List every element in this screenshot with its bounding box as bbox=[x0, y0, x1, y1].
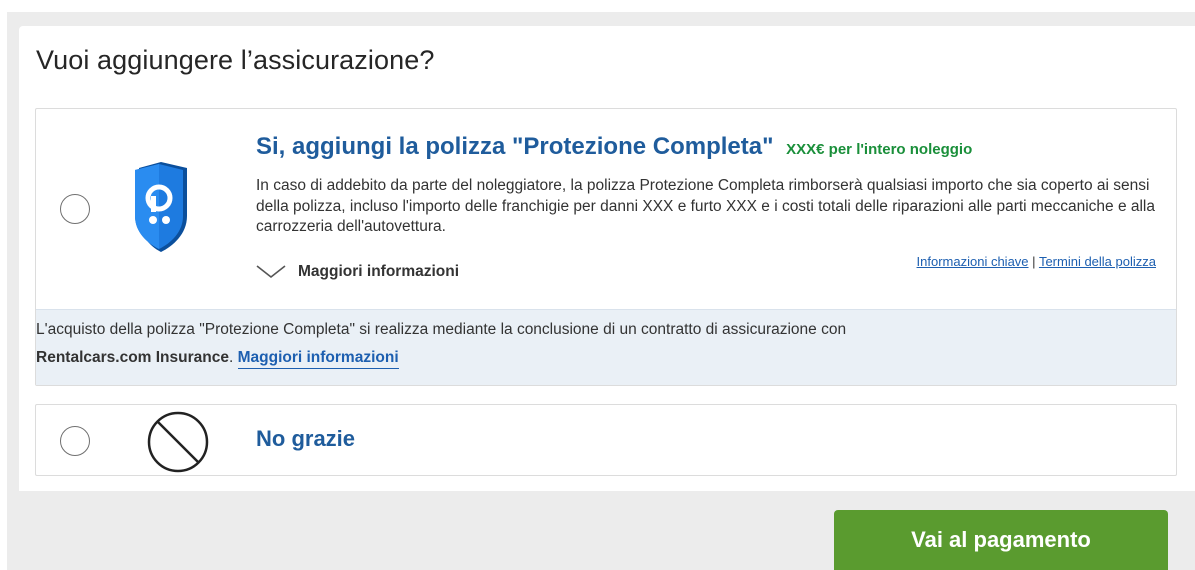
insurance-info-sentence: L'acquisto della polizza "Protezione Com… bbox=[36, 321, 847, 338]
policy-terms-link[interactable]: Termini della polizza bbox=[1039, 254, 1156, 269]
radio-no-thanks[interactable] bbox=[60, 426, 90, 456]
insurance-info-text: L'acquisto della polizza "Protezione Com… bbox=[36, 316, 1136, 372]
link-separator: | bbox=[1032, 254, 1036, 269]
key-info-link[interactable]: Informazioni chiave bbox=[917, 254, 1029, 269]
page-title: Vuoi aggiungere l’assicurazione? bbox=[36, 45, 435, 75]
insurer-name: Rentalcars.com Insurance bbox=[36, 349, 229, 366]
option-full-description: In caso di addebito da parte del noleggi… bbox=[256, 177, 1155, 235]
policy-links: Informazioni chiave | Termini della poli… bbox=[917, 254, 1156, 269]
radio-full-protection[interactable] bbox=[60, 194, 90, 224]
option-full-price: XXX€ per l'intero noleggio bbox=[786, 141, 973, 158]
option-full-title[interactable]: Si, aggiungi la polizza "Protezione Comp… bbox=[256, 133, 972, 161]
option-no-thanks-label[interactable]: No grazie bbox=[256, 426, 355, 452]
more-info-label[interactable]: Maggiori informazioni bbox=[298, 263, 459, 281]
insurance-more-info-link[interactable]: Maggiori informazioni bbox=[237, 349, 399, 369]
more-info-toggle[interactable]: Maggiori informazioni bbox=[256, 262, 459, 282]
option-full-title-text[interactable]: Si, aggiungi la polizza "Protezione Comp… bbox=[256, 133, 773, 160]
insurer-period: . bbox=[228, 349, 234, 366]
chevron-down-icon bbox=[256, 265, 286, 279]
prohibited-icon bbox=[147, 411, 209, 473]
shield-icon bbox=[135, 162, 187, 252]
go-to-payment-button[interactable]: Vai al pagamento bbox=[834, 510, 1168, 570]
